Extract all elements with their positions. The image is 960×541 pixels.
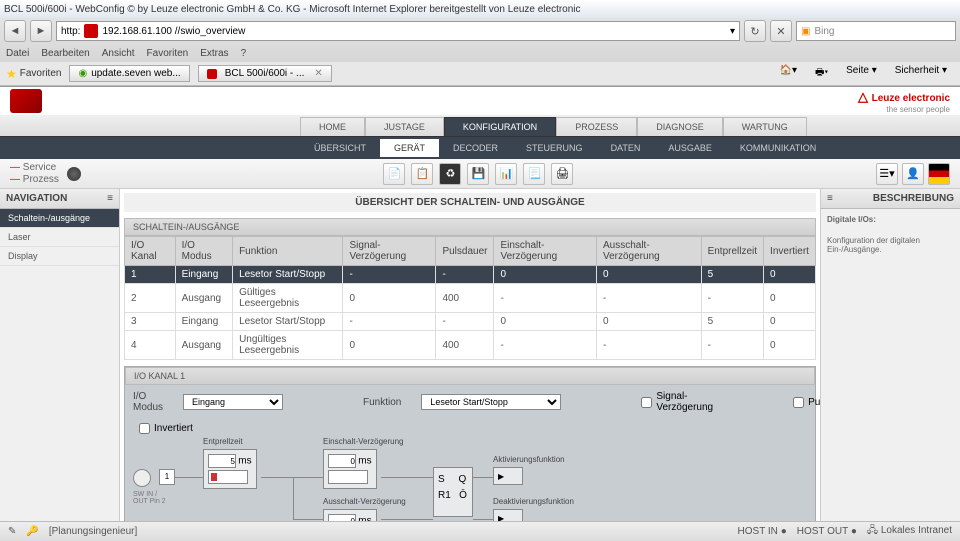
ausv-input[interactable] (328, 514, 356, 521)
refresh-button[interactable]: ↻ (744, 20, 766, 42)
tab-2[interactable]: BCL 500i/600i - ...✕ (198, 65, 332, 82)
tab-diagnose[interactable]: DIAGNOSE (637, 117, 723, 136)
desc-panel-header: ≡BESCHREIBUNG (821, 189, 960, 209)
tool-icon-2[interactable]: 📋 (411, 163, 433, 185)
subtab-geraet[interactable]: GERÄT (380, 139, 439, 157)
status-indicator: — Service — Prozess (10, 162, 59, 185)
entprell-input[interactable] (208, 454, 236, 468)
host-in: HOST IN ● (738, 526, 787, 537)
forward-button[interactable]: ► (30, 20, 52, 42)
io-section-header: SCHALTEIN-/AUSGÄNGE (124, 218, 816, 236)
back-button[interactable]: ◄ (4, 20, 26, 42)
user-role: [Planungsingenieur] (49, 526, 137, 537)
tool-icon-6[interactable]: 📃 (523, 163, 545, 185)
subtab-uebersicht[interactable]: ÜBERSICHT (300, 139, 380, 157)
home-dropdown[interactable]: 🏠▾ (773, 62, 804, 85)
tool-icon-5[interactable]: 📊 (495, 163, 517, 185)
desc-subtitle: Digitale I/Os: (821, 209, 960, 230)
status-led (67, 167, 81, 181)
table-row[interactable]: 4AusgangUngültiges Leseergebnis0400---0 (125, 331, 816, 360)
device-logo (10, 89, 42, 113)
signal-verz-check[interactable]: Signal-Verzögerung (641, 391, 713, 413)
network-status: 🖧 Lokales Intranet (867, 523, 952, 540)
page-dropdown[interactable]: Seite ▾ (839, 62, 884, 85)
key-icon: 🔑 (26, 526, 38, 537)
edit-icon[interactable]: ✎ (8, 526, 16, 537)
io-modus-select[interactable]: Eingang (183, 394, 283, 410)
flag-de-icon[interactable] (928, 163, 950, 185)
io-diagram: Invertiert SW IN / OUT Pin 2 1 Entprellz… (133, 419, 807, 521)
address-bar[interactable]: http: 192.168.61.100 //swio_overview ▾ (56, 21, 740, 41)
page-title: ÜBERSICHT DER SCHALTEIN- UND AUSGÄNGE (124, 193, 816, 212)
brand-name: △ Leuze electronic (858, 89, 950, 105)
subtab-kommunikation[interactable]: KOMMUNIKATION (726, 139, 830, 157)
view-mode-icon[interactable]: ☰▾ (876, 163, 898, 185)
nav-item-io[interactable]: Schaltein-/ausgänge (0, 209, 119, 228)
pulsdauer-check[interactable]: Pulsdauer (793, 397, 820, 408)
einv-input[interactable] (328, 454, 356, 468)
tool-icon-7[interactable]: 🖨 (551, 163, 573, 185)
host-out: HOST OUT ● (797, 526, 857, 537)
brand-tagline: the sensor people (858, 105, 950, 114)
tab-home[interactable]: HOME (300, 117, 365, 136)
tab-wartung[interactable]: WARTUNG (723, 117, 807, 136)
subtab-daten[interactable]: DATEN (597, 139, 655, 157)
user-icon[interactable]: 👤 (902, 163, 924, 185)
tab-justage[interactable]: JUSTAGE (365, 117, 444, 136)
site-icon (84, 24, 98, 38)
pin-icon (133, 469, 151, 487)
print-dropdown[interactable]: 🖶▾ (808, 62, 835, 85)
search-input[interactable]: ▣Bing (796, 21, 956, 41)
window-title: BCL 500i/600i - WebConfig © by Leuze ele… (0, 0, 960, 18)
nav-item-display[interactable]: Display (0, 247, 119, 266)
favorites-button[interactable]: ★Favoriten (6, 67, 61, 81)
deactivation-icon[interactable]: ▶ (493, 509, 523, 521)
activation-icon[interactable]: ▶ (493, 467, 523, 485)
tool-refresh-icon[interactable]: ♻ (439, 163, 461, 185)
funktion-select[interactable]: Lesetor Start/Stopp (421, 394, 561, 410)
table-row[interactable]: 3EingangLesetor Start/Stopp--0050 (125, 313, 816, 331)
main-nav: HOME JUSTAGE KONFIGURATION PROZESS DIAGN… (0, 115, 960, 137)
channel-header: I/O KANAL 1 (125, 367, 815, 385)
nav-item-laser[interactable]: Laser (0, 228, 119, 247)
nav-panel-header: NAVIGATION≡ (0, 189, 119, 209)
tab-prozess[interactable]: PROZESS (556, 117, 637, 136)
sub-nav: ÜBERSICHT GERÄT DECODER STEUERUNG DATEN … (0, 137, 960, 159)
tool-icon-4[interactable]: 💾 (467, 163, 489, 185)
subtab-ausgabe[interactable]: AUSGABE (654, 139, 726, 157)
browser-menu[interactable]: DateiBearbeitenAnsichtFavoritenExtras? (0, 44, 960, 62)
table-row[interactable]: 2AusgangGültiges Leseergebnis0400---0 (125, 284, 816, 313)
subtab-steuerung[interactable]: STEUERUNG (512, 139, 597, 157)
desc-body: Konfiguration der digitalen Ein-/Ausgäng… (821, 230, 960, 260)
table-row[interactable]: 1EingangLesetor Start/Stopp--0050 (125, 266, 816, 284)
io-table: I/O KanalI/O ModusFunktionSignal-Verzöge… (124, 236, 816, 360)
invert-check[interactable]: Invertiert (139, 423, 193, 434)
stop-button[interactable]: ✕ (770, 20, 792, 42)
tool-icon-1[interactable]: 📄 (383, 163, 405, 185)
tab-1[interactable]: ◉update.seven web... (69, 65, 189, 82)
tab-konfiguration[interactable]: KONFIGURATION (444, 117, 556, 136)
security-dropdown[interactable]: Sicherheit ▾ (888, 62, 954, 85)
subtab-decoder[interactable]: DECODER (439, 139, 512, 157)
close-icon[interactable]: ✕ (314, 68, 322, 79)
